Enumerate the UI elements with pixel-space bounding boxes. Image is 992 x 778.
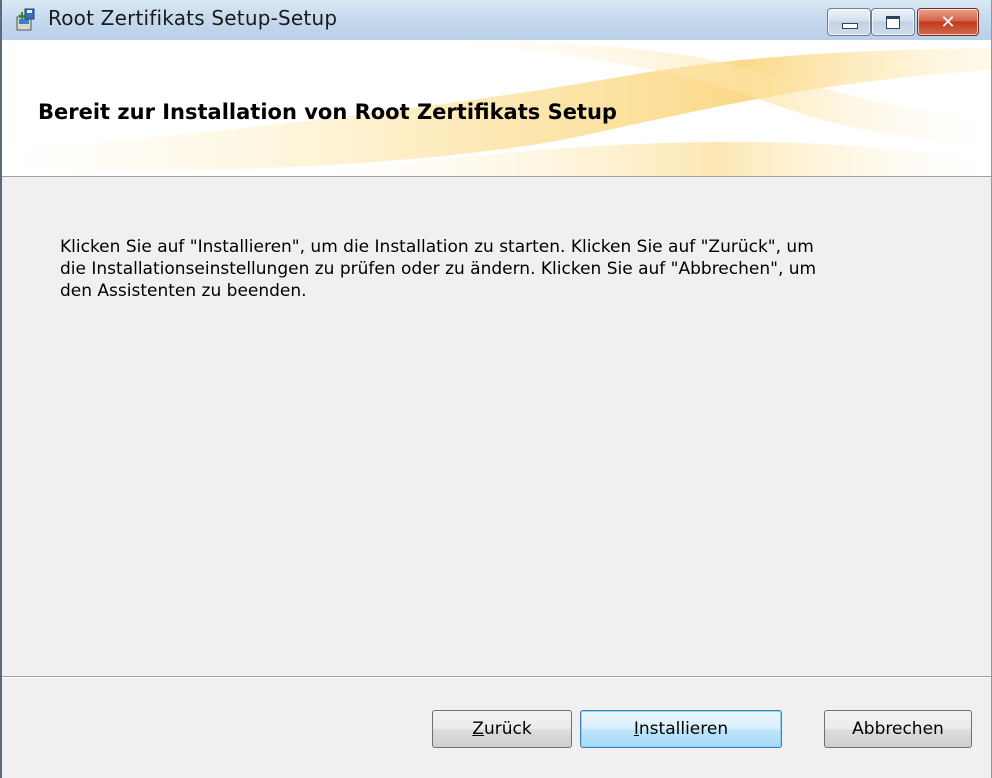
install-button-label: nstallieren [638,719,729,739]
instructions-line-2: die Installationseinstellungen zu prüfen… [60,259,817,279]
minimize-icon [842,23,858,29]
back-button-label: urück [483,719,532,739]
close-icon: ✕ [940,11,956,33]
instructions-line-3: den Assistenten zu beenden. [60,281,307,301]
setup-window: Root Zertifikats Setup-Setup ✕ Bereit zu… [0,0,992,778]
cancel-button[interactable]: Abbrechen [824,710,972,748]
maximize-button[interactable] [871,8,915,36]
instructions-text: Klicken Sie auf "Installieren", um die I… [60,236,930,302]
back-button[interactable]: Zurück [432,710,572,748]
installer-icon [16,8,35,31]
title-bar[interactable]: Root Zertifikats Setup-Setup ✕ [2,0,991,40]
instructions-line-1: Klicken Sie auf "Installieren", um die I… [60,237,814,257]
window-title: Root Zertifikats Setup-Setup [48,6,338,30]
maximize-icon [886,16,900,29]
install-button[interactable]: Installieren [580,710,782,748]
header-banner: Bereit zur Installation von Root Zertifi… [2,40,991,177]
close-button[interactable]: ✕ [917,8,979,36]
minimize-button[interactable] [827,8,871,36]
footer-divider [2,676,991,678]
back-button-mnemonic: Z [472,719,484,739]
cancel-button-label: Abbrechen [852,719,944,739]
page-title: Bereit zur Installation von Root Zertifi… [38,100,617,124]
